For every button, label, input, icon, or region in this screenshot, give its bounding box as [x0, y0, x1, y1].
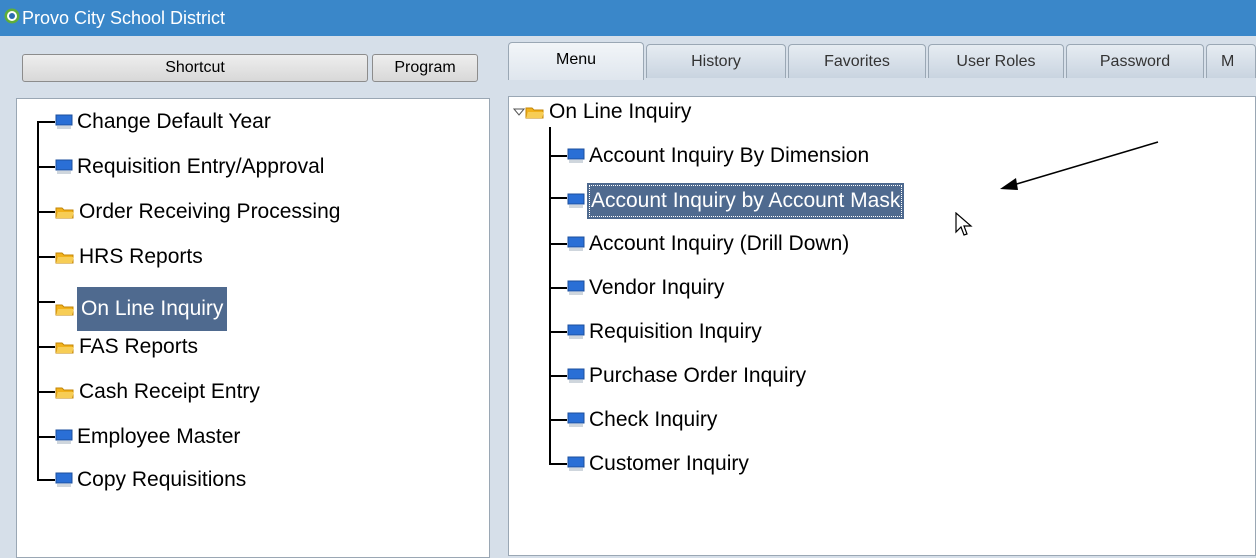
tree-item-cash-receipt[interactable]: Cash Receipt Entry: [55, 377, 262, 407]
monitor-icon: [55, 114, 73, 129]
tab-user-roles[interactable]: User Roles: [928, 44, 1064, 78]
monitor-icon: [55, 159, 73, 174]
tree-item-label: HRS Reports: [79, 245, 203, 268]
tree-item-change-default-year[interactable]: Change Default Year: [55, 107, 273, 137]
tree-item-employee-master[interactable]: Employee Master: [55, 422, 242, 452]
tree-branch: [37, 391, 55, 393]
window-title: Provo City School District: [22, 8, 226, 28]
shortcut-tree: Change Default Year Requisition Entry/Ap…: [16, 98, 490, 558]
tree-item-label: On Line Inquiry: [77, 287, 228, 331]
app-icon: [4, 8, 20, 24]
monitor-icon: [567, 412, 585, 427]
folder-icon: [55, 342, 74, 354]
folder-icon: [55, 207, 74, 219]
tree-connector: [549, 127, 551, 463]
tab-label: Menu: [555, 51, 597, 68]
tree-item-requisition-entry[interactable]: Requisition Entry/Approval: [55, 152, 326, 182]
tree-root-label: On Line Inquiry: [549, 100, 692, 123]
monitor-icon: [567, 193, 585, 208]
monitor-icon: [567, 368, 585, 383]
shortcut-button-label: Shortcut: [165, 59, 225, 76]
tree-connector: [37, 121, 39, 479]
tree-item-on-line-inquiry[interactable]: On Line Inquiry: [55, 287, 228, 331]
tree-item-label: Order Receiving Processing: [79, 200, 341, 223]
folder-icon: [55, 387, 74, 399]
monitor-icon: [567, 236, 585, 251]
tree-branch: [37, 121, 55, 123]
annotation-arrow-icon: [1000, 141, 1159, 190]
tree-branch: [549, 197, 567, 199]
tree-branch: [37, 346, 55, 348]
tree-item-order-receiving[interactable]: Order Receiving Processing: [55, 197, 342, 227]
menu-item-label: Requisition Inquiry: [589, 320, 762, 343]
monitor-icon: [567, 280, 585, 295]
tab-more[interactable]: M: [1206, 44, 1256, 78]
tab-label: History: [691, 53, 741, 70]
tree-branch: [549, 243, 567, 245]
menu-item-account-inquiry-drill[interactable]: Account Inquiry (Drill Down): [567, 229, 851, 259]
tab-favorites[interactable]: Favorites: [788, 44, 926, 78]
monitor-icon: [567, 148, 585, 163]
tree-branch: [37, 256, 55, 258]
menu-item-label: Customer Inquiry: [589, 452, 749, 475]
monitor-icon: [567, 324, 585, 339]
monitor-icon: [567, 456, 585, 471]
tab-label: M: [1221, 53, 1235, 70]
tab-strip: Menu History Favorites User Roles Passwo…: [508, 40, 1256, 80]
menu-item-label: Account Inquiry By Dimension: [589, 144, 870, 167]
tab-label: User Roles: [956, 53, 1036, 70]
tree-branch: [37, 166, 55, 168]
program-button-label: Program: [394, 59, 456, 76]
folder-icon: [55, 304, 74, 316]
collapse-icon: [512, 108, 526, 116]
mouse-cursor-icon: [955, 212, 973, 236]
tree-branch: [37, 436, 55, 438]
tree-branch: [37, 211, 55, 213]
tree-branch: [549, 375, 567, 377]
monitor-icon: [55, 472, 73, 487]
menu-item-label: Account Inquiry by Account Mask: [587, 183, 905, 219]
monitor-icon: [55, 429, 73, 444]
menu-item-label: Check Inquiry: [589, 408, 718, 431]
tree-item-copy-requisitions[interactable]: Copy Requisitions: [55, 465, 248, 495]
menu-item-label: Account Inquiry (Drill Down): [589, 232, 850, 255]
folder-icon: [55, 252, 74, 264]
tree-item-label: FAS Reports: [79, 335, 199, 358]
menu-item-account-inquiry-mask[interactable]: Account Inquiry by Account Mask: [567, 183, 905, 219]
tree-item-label: Change Default Year: [77, 110, 271, 133]
menu-item-purchase-order-inquiry[interactable]: Purchase Order Inquiry: [567, 361, 808, 391]
tree-branch: [549, 331, 567, 333]
tree-item-hrs-reports[interactable]: HRS Reports: [55, 242, 205, 272]
tree-branch: [549, 463, 567, 465]
program-button[interactable]: Program: [372, 54, 478, 82]
menu-item-label: Vendor Inquiry: [589, 276, 725, 299]
tab-menu[interactable]: Menu: [508, 42, 644, 80]
menu-item-account-inquiry-dimension[interactable]: Account Inquiry By Dimension: [567, 141, 871, 171]
tree-branch: [549, 287, 567, 289]
title-bar: Provo City School District: [0, 0, 1256, 36]
tree-item-label: Requisition Entry/Approval: [77, 155, 325, 178]
tree-branch: [549, 419, 567, 421]
tree-branch: [37, 479, 55, 481]
tree-item-fas-reports[interactable]: FAS Reports: [55, 332, 200, 362]
tree-branch: [549, 155, 567, 157]
menu-item-label: Purchase Order Inquiry: [589, 364, 807, 387]
tree-branch: [37, 301, 55, 303]
tree-item-label: Cash Receipt Entry: [79, 380, 260, 403]
menu-item-requisition-inquiry[interactable]: Requisition Inquiry: [567, 317, 764, 347]
tree-item-label: Copy Requisitions: [77, 468, 247, 491]
tree-root-on-line-inquiry[interactable]: On Line Inquiry: [512, 97, 693, 127]
left-pane: Shortcut Program Change Default Year Req…: [4, 40, 494, 558]
tab-password[interactable]: Password: [1066, 44, 1204, 78]
tab-label: Favorites: [824, 53, 890, 70]
tree-item-label: Employee Master: [77, 425, 241, 448]
tab-history[interactable]: History: [646, 44, 786, 78]
menu-item-check-inquiry[interactable]: Check Inquiry: [567, 405, 719, 435]
shortcut-button[interactable]: Shortcut: [22, 54, 368, 82]
tab-label: Password: [1099, 53, 1171, 70]
folder-icon: [525, 107, 544, 119]
menu-item-vendor-inquiry[interactable]: Vendor Inquiry: [567, 273, 726, 303]
menu-item-customer-inquiry[interactable]: Customer Inquiry: [567, 449, 751, 479]
